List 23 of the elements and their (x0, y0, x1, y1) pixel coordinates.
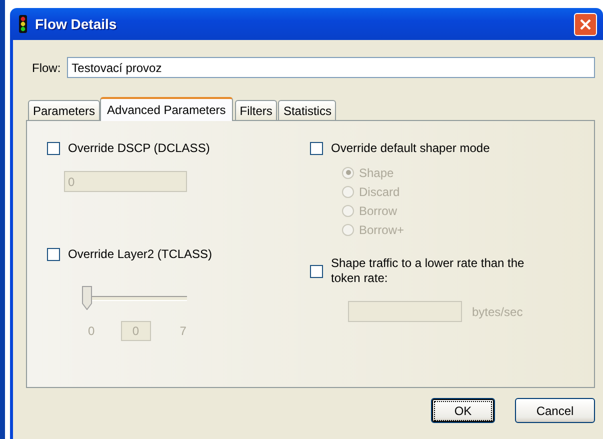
traffic-light-icon (19, 15, 27, 33)
tab[interactable]: Statistics (278, 100, 336, 120)
radio-label: Borrow+ (359, 222, 404, 236)
checkbox-label: Override DSCP (DCLASS) (68, 141, 210, 155)
slider-max-label: 7 (180, 324, 186, 338)
slider-track[interactable] (82, 286, 187, 312)
radio-label: Borrow (359, 204, 398, 218)
window-title: Flow Details (35, 16, 118, 32)
ok-button[interactable]: OK (431, 398, 495, 423)
radio-label: Shape (359, 166, 394, 180)
cancel-button[interactable]: Cancel (515, 398, 595, 423)
close-icon[interactable] (574, 12, 597, 36)
checkbox-label: Override Layer2 (TCLASS) (68, 247, 212, 261)
flow-name-field[interactable]: Testovací provoz (66, 57, 595, 78)
tab[interactable]: Advanced Parameters (100, 97, 233, 121)
checkbox-label: Override default shaper mode (331, 141, 490, 155)
tab[interactable]: Parameters (28, 100, 100, 120)
slider-min-label: 0 (88, 324, 95, 338)
tab[interactable]: Filters (234, 100, 278, 120)
checkbox-label: Shape traffic to a lower rate than the token rate: (331, 256, 526, 286)
flow-label: Flow: (32, 60, 61, 74)
radio-label: Discard (359, 184, 400, 198)
unit-label: bytes/sec (472, 304, 523, 318)
